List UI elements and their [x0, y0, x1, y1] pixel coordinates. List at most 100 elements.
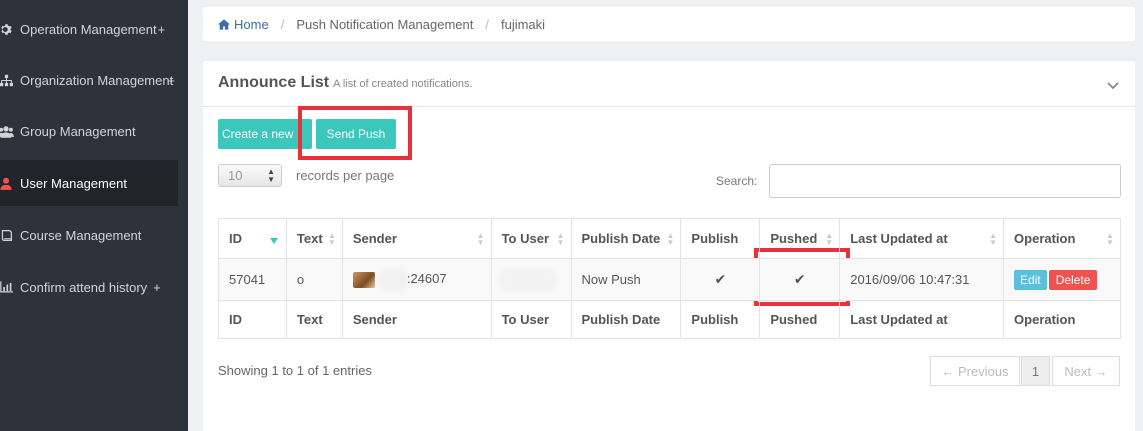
cell-operation: Edit Delete — [1003, 258, 1121, 301]
check-icon: ✔ — [714, 271, 727, 287]
cell-publish-date: Now Push — [570, 258, 682, 301]
sort-icon: ▲ ▼ — [989, 231, 998, 247]
sitemap-icon — [0, 72, 14, 88]
column-header-label: Text — [296, 231, 323, 246]
footer-label-text: Text — [285, 300, 343, 339]
edit-button[interactable]: Edit — [1014, 269, 1047, 290]
column-header-last-updated[interactable]: Last Updated at ▲ ▼ — [839, 218, 1005, 259]
column-header-publish[interactable]: Publish — [680, 218, 761, 259]
annotation-highlight-send-push — [298, 106, 412, 160]
sidebar-item-organization-management[interactable]: Organization Management + — [0, 57, 188, 103]
plus-icon: + — [157, 21, 166, 37]
sort-icon: ▲ ▼ — [556, 231, 565, 247]
redacted-sender-name — [380, 272, 407, 287]
chevron-down-icon[interactable] — [1107, 77, 1121, 91]
select-arrows-icon: ▲ ▼ — [267, 167, 275, 184]
table-footer-row: ID Text Sender To User Publish Date Publ… — [218, 300, 1121, 339]
column-header-label: Last Updated at — [850, 231, 948, 246]
announce-table: ID Text ▲ ▼ Sender ▲ ▼ To User ▲ ▼ Publish Dat… — [218, 218, 1121, 339]
breadcrumb: Home / Push Notification Management / fu… — [203, 7, 1135, 41]
sidebar-item-label: Organization Management — [20, 72, 174, 88]
check-icon: ✔ — [793, 271, 806, 287]
previous-page-button[interactable]: ← Previous — [930, 356, 1020, 386]
page-1-button[interactable]: 1 — [1021, 356, 1050, 386]
search-label: Search: — [716, 174, 758, 188]
sidebar-item-label: Operation Management — [20, 21, 157, 37]
breadcrumb-section[interactable]: Push Notification Management — [296, 17, 473, 32]
table-row: 57041 o :24607 Now Push ✔ ✔ 2016/09/06 1… — [218, 258, 1121, 301]
avatar — [352, 271, 375, 288]
column-header-label: Publish — [691, 231, 739, 246]
sort-icon: ▲ ▼ — [476, 231, 485, 247]
sort-desc-icon — [269, 238, 278, 244]
page-size-value: 10 — [228, 168, 243, 183]
sender-suffix: :24607 — [406, 271, 447, 287]
panel-subtitle: A list of created notifications. — [333, 78, 473, 90]
breadcrumb-separator: / — [485, 16, 489, 32]
home-icon — [218, 18, 230, 30]
entries-info: Showing 1 to 1 of 1 entries — [218, 363, 372, 378]
column-header-label: Publish Date — [581, 231, 661, 246]
sort-icon: ▲ ▼ — [825, 231, 834, 247]
panel-header: Announce List A list of created notificat… — [203, 61, 1135, 107]
footer-label-publish: Publish — [680, 300, 761, 339]
footer-label-id: ID — [218, 300, 287, 339]
column-header-label: Sender — [352, 231, 397, 246]
column-header-sender[interactable]: Sender ▲ ▼ — [341, 218, 492, 259]
table-header-row: ID Text ▲ ▼ Sender ▲ ▼ To User ▲ ▼ Publish Dat… — [218, 218, 1121, 259]
sidebar-item-operation-management[interactable]: Operation Management + — [0, 6, 188, 52]
breadcrumb-separator: / — [280, 16, 285, 32]
cell-id: 57041 — [218, 258, 287, 301]
breadcrumb-current: fujimaki — [500, 16, 546, 32]
next-page-button[interactable]: Next → — [1052, 356, 1120, 386]
sidebar-item-confirm-attend-history[interactable]: Confirm attend history + — [0, 264, 188, 310]
column-header-operation[interactable]: Operation ▲ ▼ — [1003, 218, 1121, 259]
bar-chart-icon — [0, 279, 14, 295]
column-header-label: Pushed — [770, 231, 818, 246]
records-per-page-label: records per page — [296, 168, 395, 183]
sort-icon: ▲ ▼ — [666, 231, 675, 247]
user-icon — [0, 175, 14, 191]
column-header-label: To User — [501, 231, 549, 246]
cell-sender: :24607 — [341, 258, 492, 301]
cell-pushed: ✔ — [759, 258, 841, 301]
column-header-label: ID — [229, 231, 242, 246]
column-header-text[interactable]: Text ▲ ▼ — [285, 218, 343, 259]
redacted-to-user — [501, 273, 554, 288]
breadcrumb-home[interactable]: Home — [218, 17, 269, 32]
sidebar-item-label: User Management — [20, 175, 127, 191]
column-header-publish-date[interactable]: Publish Date ▲ ▼ — [570, 218, 682, 259]
panel-title-text: Announce List — [218, 74, 330, 91]
page-title: Announce List A list of created notificat… — [218, 74, 473, 92]
sort-icon: ▲ ▼ — [1106, 231, 1114, 247]
breadcrumb-home-label: Home — [234, 16, 269, 32]
sidebar-item-label: Course Management — [20, 227, 142, 243]
cell-publish: ✔ — [680, 258, 761, 301]
sidebar-item-user-management[interactable]: User Management — [0, 160, 178, 206]
sidebar-item-group-management[interactable]: Group Management — [0, 108, 188, 154]
footer-label-last-updated: Last Updated at — [839, 300, 1005, 339]
plus-icon: + — [153, 279, 161, 295]
column-header-label: Operation — [1014, 231, 1076, 246]
users-icon — [0, 123, 14, 139]
plus-icon: + — [167, 72, 175, 88]
gear-icon — [0, 21, 14, 37]
cell-last-updated: 2016/09/06 10:47:31 — [839, 258, 1005, 301]
page-size-select[interactable]: 10 ▲ ▼ — [218, 164, 282, 187]
column-header-to-user[interactable]: To User ▲ ▼ — [490, 218, 572, 259]
search-input[interactable] — [769, 164, 1121, 198]
column-header-pushed[interactable]: Pushed ▲ ▼ — [759, 218, 841, 259]
cell-to-user — [490, 258, 572, 301]
sidebar: Operation Management + Organization Mana… — [0, 0, 188, 431]
cell-text: o — [285, 258, 343, 301]
footer-label-operation: Operation — [1003, 300, 1121, 339]
footer-label-to-user: To User — [490, 300, 572, 339]
sort-icon: ▲ ▼ — [327, 231, 336, 247]
column-header-id[interactable]: ID — [218, 218, 287, 259]
footer-label-pushed: Pushed — [759, 300, 841, 339]
sidebar-item-course-management[interactable]: Course Management — [0, 212, 188, 258]
sidebar-item-label: Confirm attend history — [20, 279, 148, 295]
delete-button[interactable]: Delete — [1048, 269, 1098, 290]
footer-label-sender: Sender — [341, 300, 492, 339]
book-icon — [0, 227, 14, 243]
